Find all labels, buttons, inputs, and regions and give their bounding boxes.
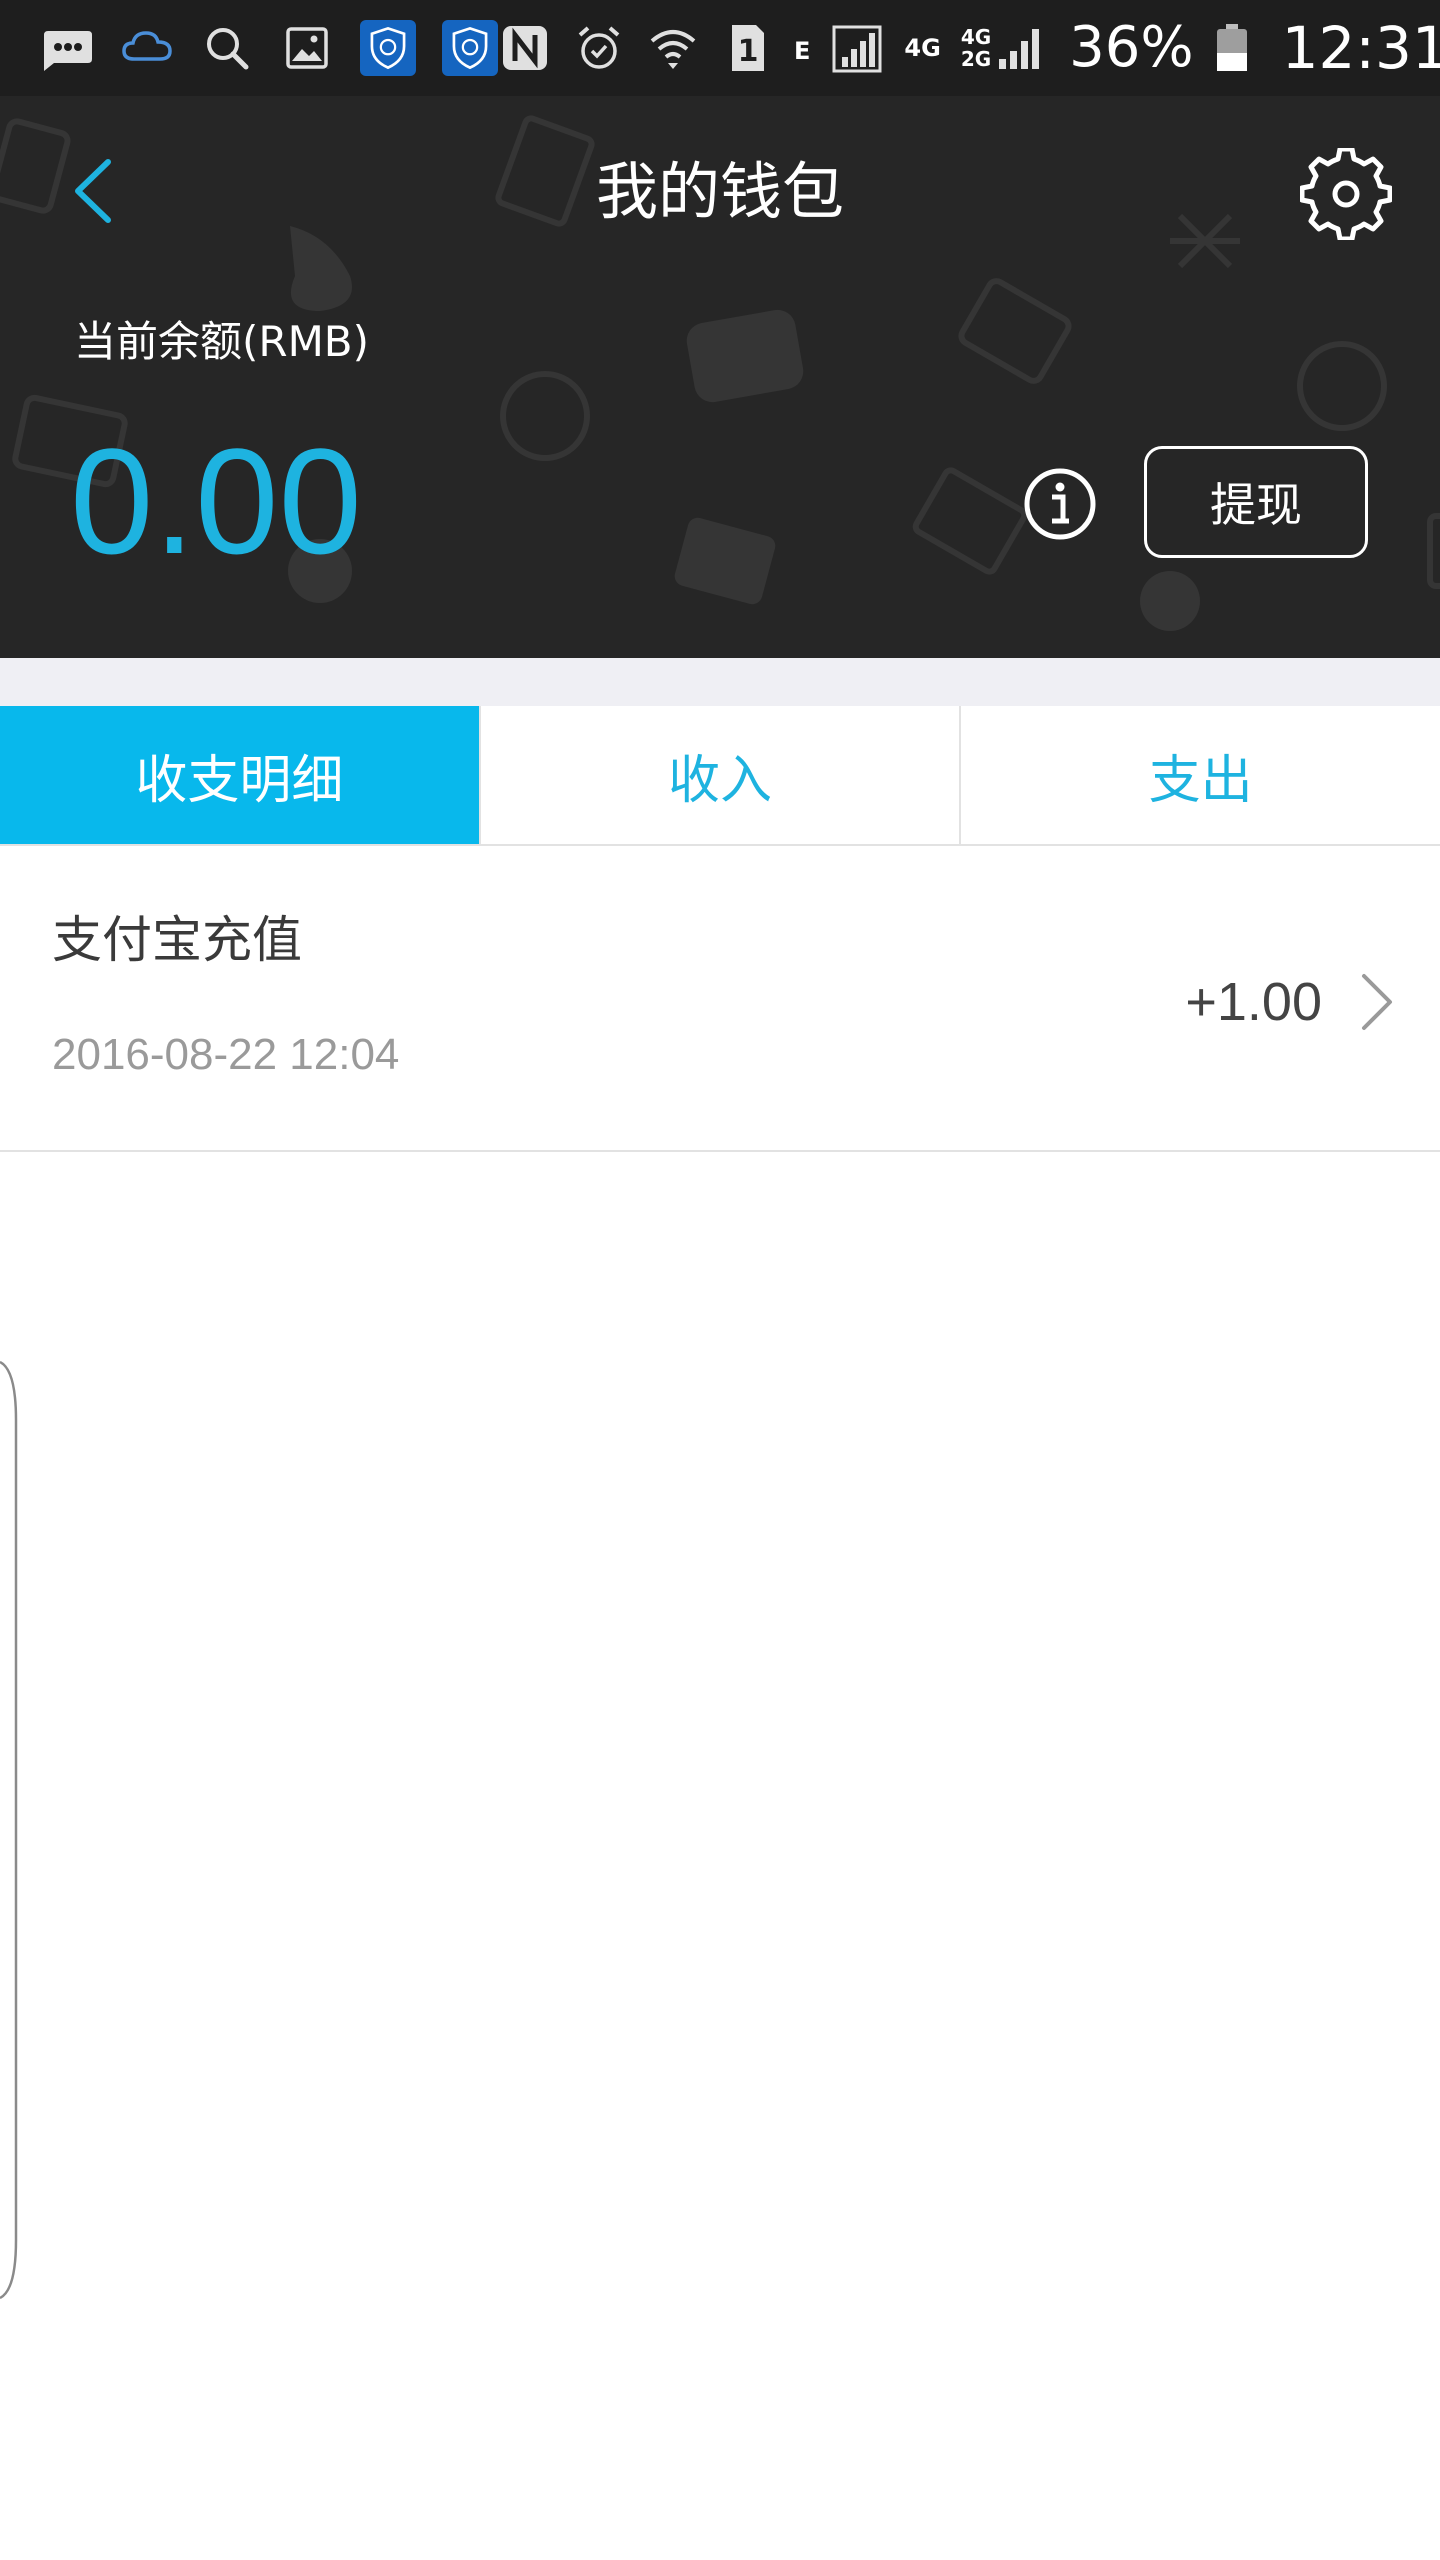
search-icon [200,21,254,75]
4g-2g-signal-icon: 4G 2G [961,26,991,70]
transaction-row[interactable]: 支付宝充值 2016-08-22 12:04 +1.00 [0,846,1440,1152]
wallet-header: 我的钱包 当前余额(RMB) 0.00 提现 [0,96,1440,658]
e-signal-icon: E [794,37,811,65]
network-4g-top: 4G [960,25,992,49]
message-icon [40,21,94,75]
back-button[interactable] [50,146,140,236]
signal-icon [830,21,884,75]
chevron-left-icon [75,159,111,223]
app-badge-icon [360,20,416,76]
sim-1-icon: 1 [720,21,774,75]
info-button[interactable] [1022,466,1098,542]
sim-number: 1 [738,34,759,69]
section-divider [0,658,1440,706]
withdraw-button[interactable]: 提现 [1144,446,1368,558]
transaction-tabs: 收支明细 收入 支出 [0,706,1440,846]
cloud-icon [120,21,174,75]
battery-percent: 36% [1069,15,1194,80]
tab-all-transactions[interactable]: 收支明细 [0,706,479,844]
alarm-icon [572,21,626,75]
status-bar: 1 E 4G 4G 2G 36% 12:31 [0,0,1440,96]
info-icon [1024,468,1096,540]
chevron-right-icon [1362,974,1392,1030]
status-bar-left [40,20,498,76]
gallery-icon [280,21,334,75]
edge-panel-handle[interactable] [0,1360,22,2300]
transaction-list: 支付宝充值 2016-08-22 12:04 +1.00 [0,846,1440,1152]
balance-label: 当前余额(RMB) [74,317,370,366]
nfc-icon [498,21,552,75]
transaction-amount: +1.00 [1185,972,1322,1032]
transaction-time: 2016-08-22 12:04 [52,1030,400,1079]
wifi-icon [646,21,700,75]
battery-icon [1214,21,1250,75]
page-title: 我的钱包 [595,155,844,228]
settings-button[interactable] [1300,148,1392,240]
transaction-title: 支付宝充值 [52,911,302,969]
tab-income[interactable]: 收入 [478,706,960,844]
signal-bars-icon [995,21,1049,75]
balance-value: 0.00 [70,417,362,585]
status-bar-right: 1 E 4G 4G 2G 36% 12:31 [498,19,1440,77]
gear-icon [1300,148,1392,240]
clock: 12:31 [1281,14,1440,82]
network-2g-bottom: 2G [960,47,992,71]
tab-expense[interactable]: 支出 [959,706,1440,844]
app-badge-icon [442,20,498,76]
4g-icon: 4G [904,34,941,62]
